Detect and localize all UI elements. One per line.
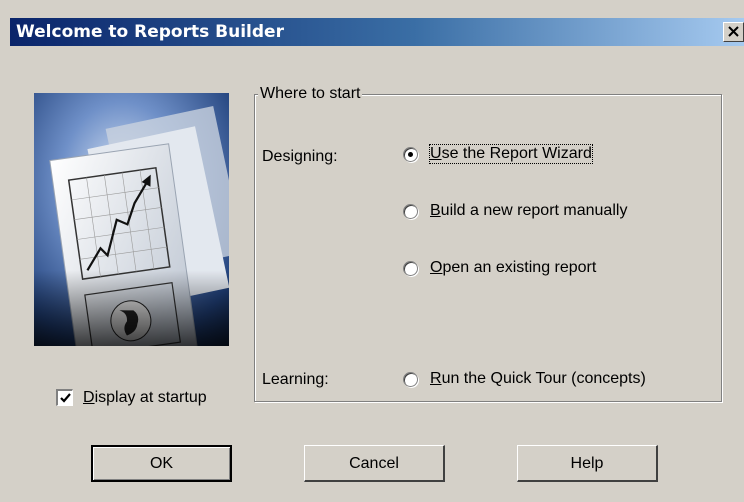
where-to-start-group xyxy=(254,94,722,402)
radio-button[interactable] xyxy=(403,147,418,162)
window-title: Welcome to Reports Builder xyxy=(16,22,284,42)
option-label[interactable]: Open an existing report xyxy=(430,259,596,277)
label-rest: uild a new report manually xyxy=(440,202,628,219)
designing-label: Designing: xyxy=(262,148,338,165)
display-at-startup-label: Display at startup xyxy=(83,389,207,407)
cancel-button[interactable]: Cancel xyxy=(304,445,445,482)
where-to-start-legend: Where to start xyxy=(258,85,363,103)
mnemonic: B xyxy=(430,202,441,219)
mnemonic: O xyxy=(430,259,443,276)
report-illustration xyxy=(34,93,229,346)
radio-button[interactable] xyxy=(403,261,418,276)
ok-button[interactable]: OK xyxy=(91,445,232,482)
display-at-startup-checkbox[interactable] xyxy=(56,389,73,406)
welcome-dialog: Welcome to Reports Builder Display at st… xyxy=(0,0,744,502)
close-icon xyxy=(728,26,739,37)
help-button[interactable]: Help xyxy=(517,445,658,482)
display-at-startup-mnemonic: D xyxy=(83,389,95,406)
option-label[interactable]: Use the Report Wizard xyxy=(429,144,593,164)
label-rest: pen an existing report xyxy=(442,259,597,276)
label-rest: se the Report Wizard xyxy=(441,145,592,162)
mnemonic: R xyxy=(430,370,442,387)
title-bar: Welcome to Reports Builder xyxy=(10,18,744,46)
close-button[interactable] xyxy=(723,22,744,42)
checkmark-icon xyxy=(60,393,71,403)
radio-button[interactable] xyxy=(403,372,418,387)
learning-label: Learning: xyxy=(262,371,329,388)
option-label[interactable]: Run the Quick Tour (concepts) xyxy=(430,370,646,388)
mnemonic: U xyxy=(430,145,442,162)
display-at-startup-rest: isplay at startup xyxy=(94,389,207,406)
radio-selected-dot xyxy=(408,152,413,157)
label-rest: un the Quick Tour (concepts) xyxy=(441,370,646,387)
option-label[interactable]: Build a new report manually xyxy=(430,202,627,220)
radio-button[interactable] xyxy=(403,204,418,219)
